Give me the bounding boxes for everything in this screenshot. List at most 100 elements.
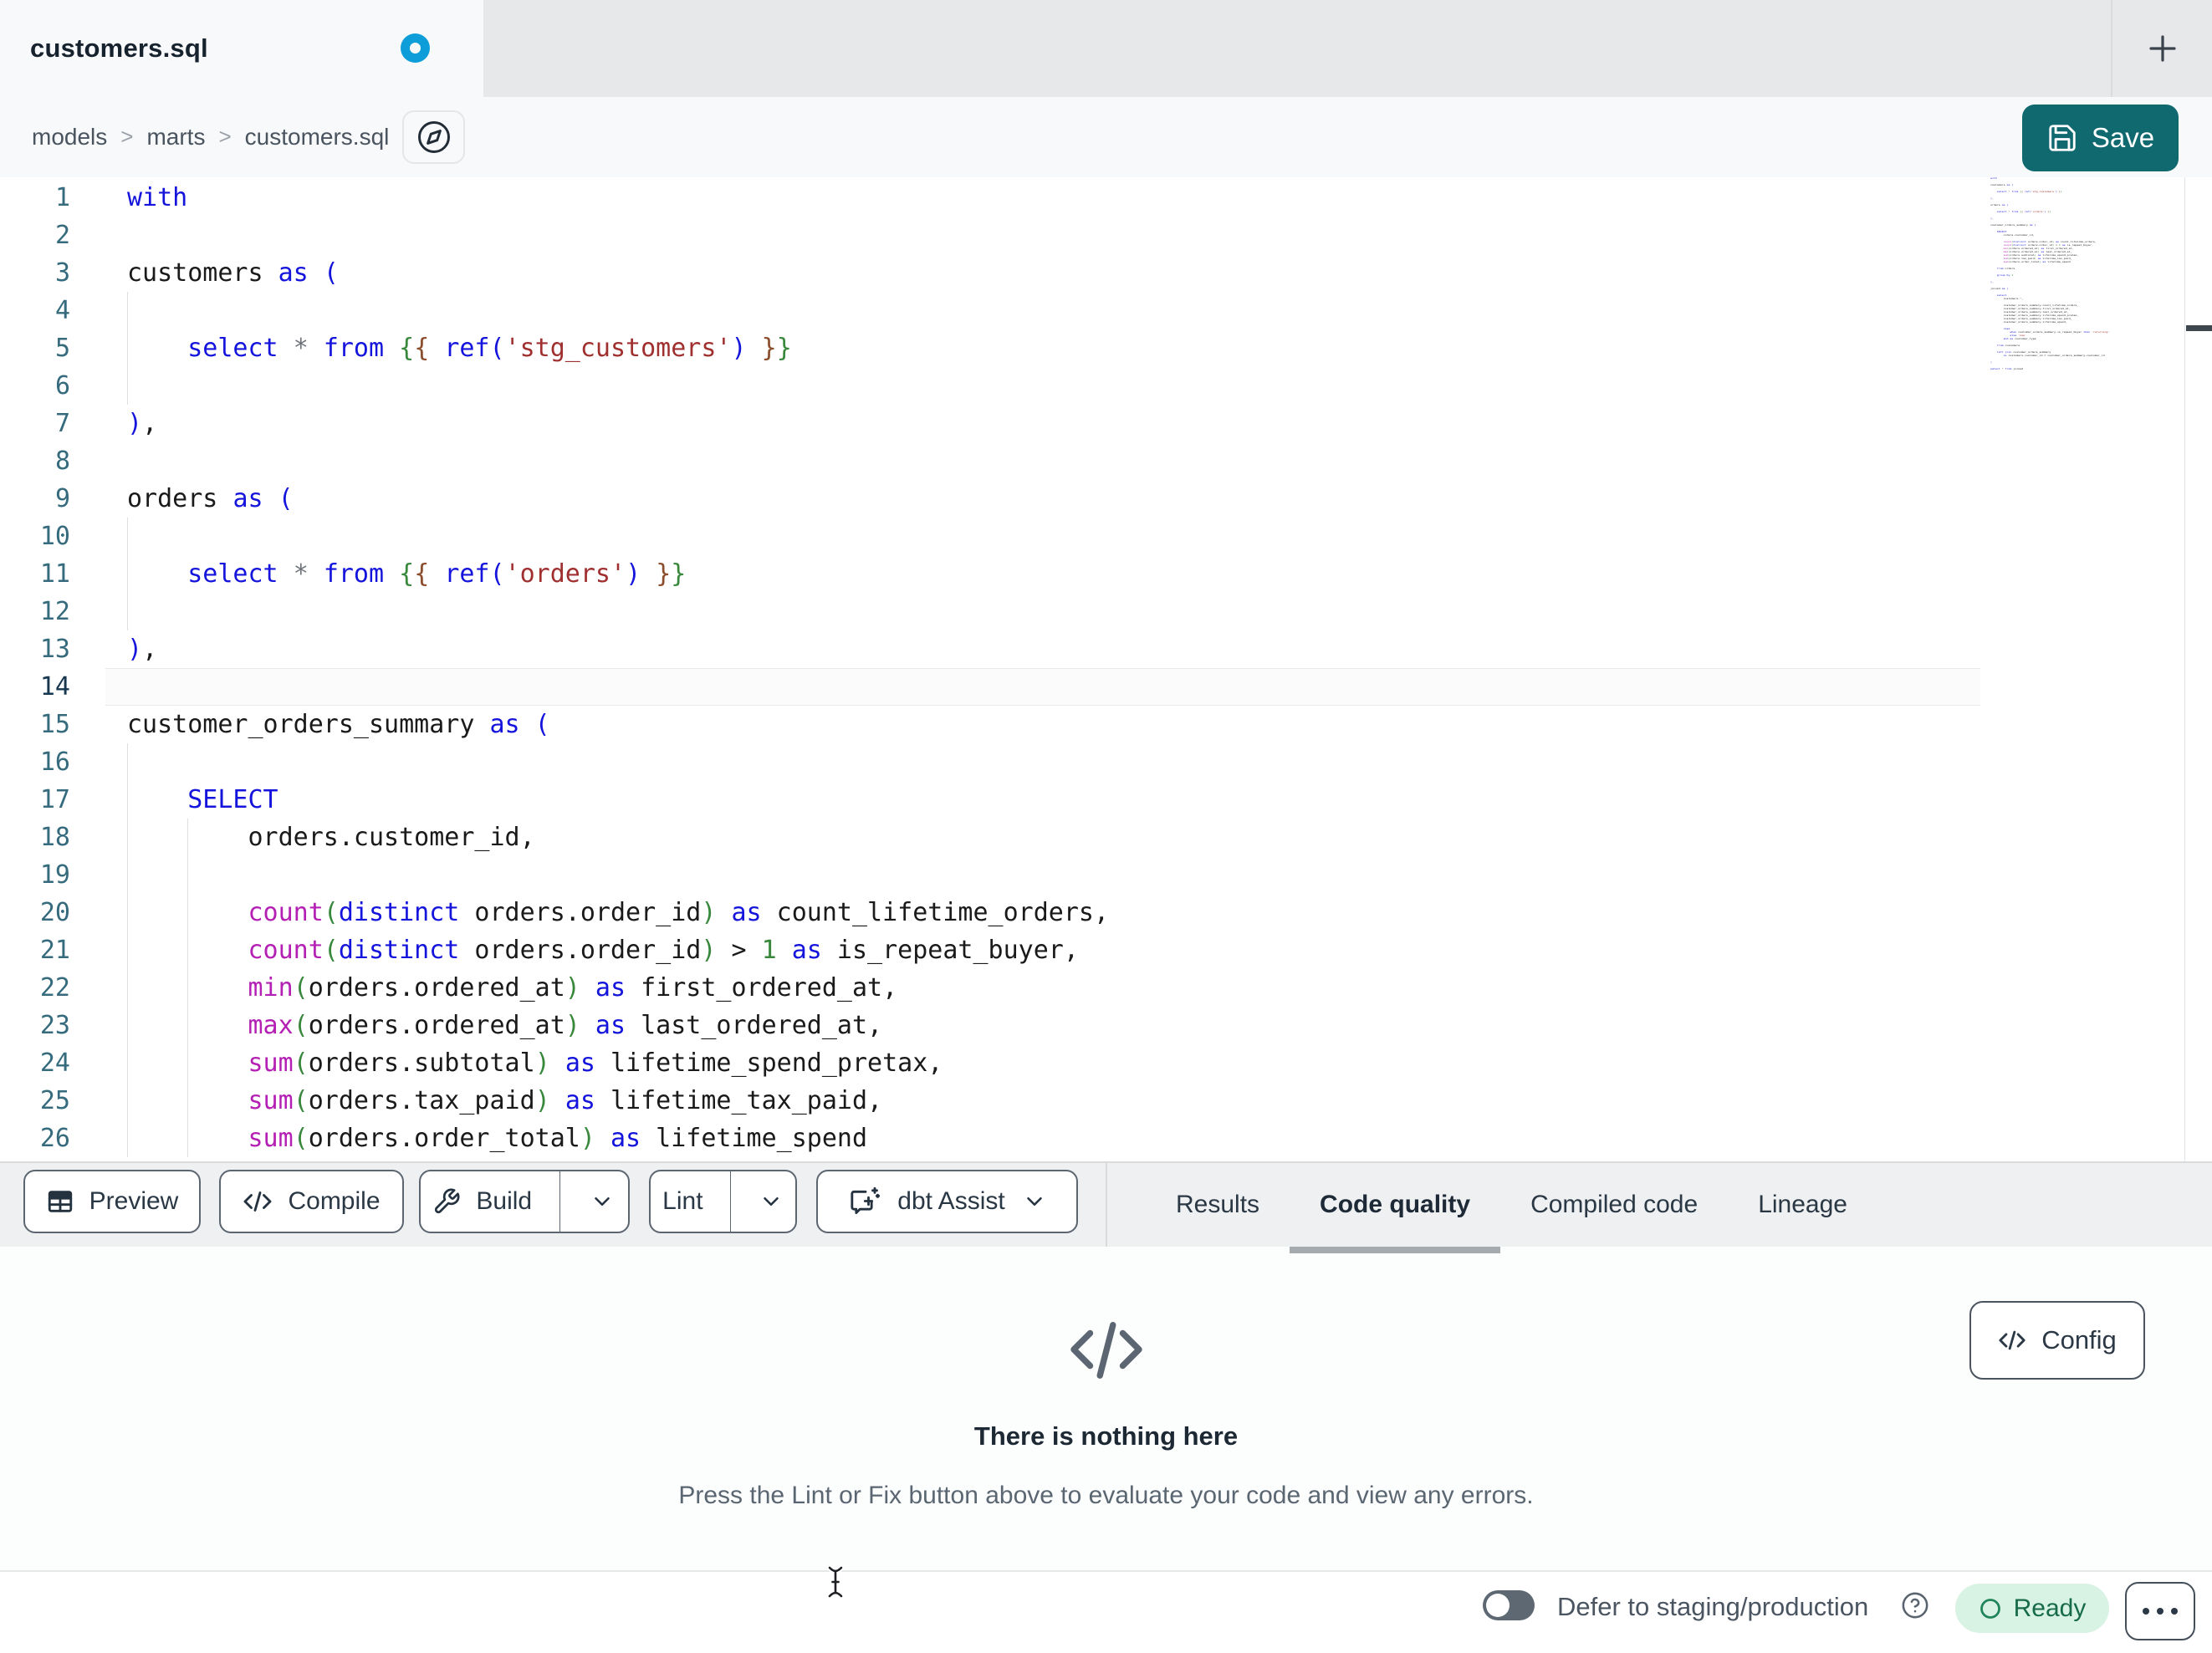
panel-divider — [1106, 1163, 1107, 1247]
explore-lineage-button[interactable] — [402, 110, 465, 164]
code-line[interactable]: 21 count(distinct orders.order_id) > 1 a… — [0, 931, 2212, 969]
build-label: Build — [476, 1187, 533, 1215]
lint-dropdown-button[interactable] — [746, 1171, 795, 1232]
line-number: 21 — [39, 936, 70, 965]
code-line[interactable]: 7), — [0, 405, 2212, 442]
config-label: Config — [2041, 1325, 2117, 1355]
code-line[interactable]: 3 customers as ( — [0, 254, 2212, 292]
line-number: 19 — [39, 860, 70, 890]
line-number: 6 — [54, 371, 70, 400]
breadcrumb: models > marts > customers.sql — [32, 97, 389, 177]
chevron-down-icon — [759, 1189, 784, 1214]
compass-icon — [416, 120, 452, 155]
code-line[interactable]: 10 — [0, 518, 2212, 555]
line-number: 2 — [54, 221, 70, 250]
tab-compiled-code[interactable]: Compiled code — [1500, 1163, 1728, 1247]
ready-ring-icon — [1979, 1597, 2002, 1620]
code-line[interactable]: 16 — [0, 743, 2212, 781]
line-number: 5 — [54, 334, 70, 363]
code-line[interactable]: 24 sum(orders.subtotal) as lifetime_spen… — [0, 1044, 2212, 1082]
tab-code-quality[interactable]: Code quality — [1290, 1163, 1501, 1253]
save-label: Save — [2091, 122, 2155, 153]
config-button[interactable]: Config — [1969, 1301, 2145, 1380]
table-icon — [46, 1187, 74, 1216]
code-line[interactable]: 8 — [0, 442, 2212, 480]
tab-title: customers.sql — [30, 33, 208, 63]
code-line[interactable]: 11 select * from {{ ref('orders') }} — [0, 555, 2212, 593]
code-line[interactable]: 4 — [0, 292, 2212, 329]
wrench-icon — [432, 1187, 461, 1216]
help-circle-icon[interactable] — [1901, 1591, 1929, 1620]
chevron-right-icon: > — [218, 123, 232, 149]
code-line[interactable]: 13), — [0, 630, 2212, 668]
editor-action-bar: Preview Compile Build Lint dbt Assist Re… — [0, 1161, 2212, 1253]
line-number: 4 — [54, 296, 70, 325]
code-line[interactable]: 2 — [0, 217, 2212, 254]
code-line[interactable]: 15 customer_orders_summary as ( — [0, 706, 2212, 743]
editor-scrollbar[interactable] — [2184, 177, 2212, 1161]
split-divider — [729, 1171, 732, 1232]
code-line[interactable]: 14 — [0, 668, 2212, 706]
code-line[interactable]: 25 sum(orders.tax_paid) as lifetime_tax_… — [0, 1082, 2212, 1120]
lint-split-button: Lint — [649, 1170, 797, 1233]
chat-sparkle-icon — [847, 1185, 881, 1218]
tab-results[interactable]: Results — [1146, 1163, 1290, 1247]
tab-bar-divider — [2111, 0, 2112, 97]
line-number: 24 — [39, 1048, 70, 1078]
new-tab-button[interactable] — [2121, 7, 2204, 90]
tab-lineage[interactable]: Lineage — [1728, 1163, 1877, 1247]
chevron-right-icon: > — [120, 123, 134, 149]
more-options-button[interactable] — [2125, 1582, 2195, 1640]
code-line[interactable]: 17 SELECT — [0, 781, 2212, 819]
save-button[interactable]: Save — [2022, 105, 2179, 171]
build-button[interactable]: Build — [421, 1171, 544, 1232]
code-line[interactable]: 18 orders.customer_id, — [0, 819, 2212, 856]
code-line[interactable]: 12 — [0, 593, 2212, 630]
line-number: 12 — [39, 597, 70, 626]
breadcrumb-item-marts[interactable]: marts — [146, 124, 205, 151]
file-header-row: models > marts > customers.sql Save — [0, 97, 2212, 177]
code-line[interactable]: 9 orders as ( — [0, 480, 2212, 518]
code-line[interactable]: 23 max(orders.ordered_at) as last_ordere… — [0, 1007, 2212, 1044]
code-line[interactable]: 6 — [0, 367, 2212, 405]
split-divider — [559, 1171, 561, 1232]
code-line[interactable]: 22 min(orders.ordered_at) as first_order… — [0, 969, 2212, 1007]
results-panel: There is nothing here Press the Lint or … — [0, 1247, 2212, 1570]
line-number: 14 — [39, 672, 70, 702]
code-line[interactable]: 20 count(distinct orders.order_id) as co… — [0, 894, 2212, 931]
unsaved-changes-dot-icon — [401, 33, 430, 63]
lint-label: Lint — [662, 1187, 703, 1215]
line-number: 18 — [39, 823, 70, 852]
dbt-cloud-ide: customers.sql models > marts > customers… — [0, 0, 2212, 1653]
ellipsis-icon — [2143, 1608, 2149, 1615]
empty-state-subtitle: Press the Lint or Fix button above to ev… — [678, 1482, 1534, 1509]
active-line-highlight — [105, 668, 1980, 706]
breadcrumb-item-models[interactable]: models — [32, 124, 107, 151]
code-line[interactable]: 19 — [0, 856, 2212, 894]
line-number: 20 — [39, 898, 70, 927]
line-number: 13 — [39, 635, 70, 664]
code-line[interactable]: 26 sum(orders.order_total) as lifetime_s… — [0, 1120, 2212, 1157]
line-number: 16 — [39, 747, 70, 777]
dbt-assist-button[interactable]: dbt Assist — [816, 1170, 1078, 1233]
defer-toggle[interactable] — [1483, 1590, 1535, 1620]
chevron-down-icon — [590, 1189, 615, 1214]
breadcrumb-item-customers-sql[interactable]: customers.sql — [245, 124, 390, 151]
preview-button[interactable]: Preview — [23, 1170, 201, 1233]
plus-icon — [2143, 28, 2183, 69]
status-bar: Defer to staging/production Ready — [0, 1570, 2212, 1653]
status-badge: Ready — [1955, 1584, 2109, 1633]
code-editor[interactable]: 1 with 2 3 customers as ( 4 5 select * from {{… — [0, 177, 2212, 1161]
editor-minimap[interactable]: with customers as ( select * from {{ ref… — [1989, 177, 2184, 1161]
build-dropdown-button[interactable] — [575, 1171, 628, 1232]
compile-button[interactable]: Compile — [219, 1170, 404, 1233]
toggle-knob — [1486, 1594, 1510, 1617]
chevron-down-icon — [1022, 1189, 1047, 1214]
scrollbar-thumb[interactable] — [2186, 325, 2212, 331]
code-line[interactable]: 1 with — [0, 179, 2212, 217]
lint-button[interactable]: Lint — [651, 1171, 715, 1232]
code-line[interactable]: 5 select * from {{ ref('stg_customers') … — [0, 329, 2212, 367]
result-panel-tabs: Results Code quality Compiled code Lineage — [1146, 1163, 1877, 1253]
line-number: 26 — [39, 1124, 70, 1153]
save-icon — [2046, 122, 2078, 154]
